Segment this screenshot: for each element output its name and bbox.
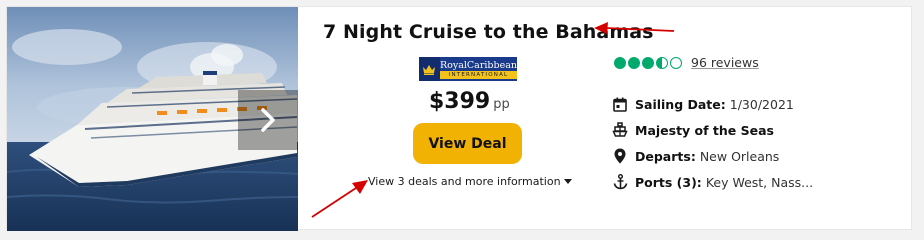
cruise-line-name: RoyalCaribbean <box>439 59 517 71</box>
sailing-date-row: Sailing Date: 1/30/2021 <box>611 91 813 117</box>
ship-name: Majesty of the Seas <box>635 122 774 138</box>
more-info-link[interactable]: View 3 deals and more information <box>368 175 572 188</box>
view-deal-button[interactable]: View Deal <box>413 123 522 164</box>
more-info-label: View 3 deals and more information <box>368 175 561 188</box>
price: $399 pp <box>429 89 510 114</box>
ship-photo[interactable] <box>7 7 298 231</box>
crown-anchor-icon <box>419 57 440 81</box>
cruise-line-logo: RoyalCaribbean INTERNATIONAL <box>419 57 517 81</box>
sailing-date-value: 1/30/2021 <box>729 96 794 112</box>
ports-value: Key West, Nass... <box>705 174 814 190</box>
ports-label: Ports (3): <box>635 174 702 190</box>
annotation-arrow-icon <box>594 22 675 34</box>
departs-row: Departs: New Orleans <box>611 143 813 169</box>
ship-icon <box>611 121 629 139</box>
ports-row: Ports (3): Key West, Nass... <box>611 169 813 195</box>
caret-down-icon <box>563 178 572 184</box>
sailing-date-label: Sailing Date: <box>635 96 726 112</box>
anchor-icon <box>611 173 629 191</box>
ship-row: Majesty of the Seas <box>611 117 813 143</box>
price-unit: pp <box>493 97 510 112</box>
departs-value: New Orleans <box>699 148 780 164</box>
rating-half-bubble-icon <box>656 56 668 69</box>
cruise-details: Sailing Date: 1/30/2021 Majesty of the S… <box>611 91 813 195</box>
departs-label: Departs: <box>635 148 696 164</box>
next-photo-button[interactable] <box>238 90 298 150</box>
map-pin-icon <box>611 147 629 165</box>
rating[interactable]: 96 reviews <box>614 55 759 70</box>
rating-bubble-icon <box>614 56 626 69</box>
rating-bubble-icon <box>642 56 654 69</box>
annotation-arrow-icon <box>311 180 368 218</box>
reviews-link[interactable]: 96 reviews <box>691 55 759 70</box>
cruise-listing-card[interactable]: 7 Night Cruise to the Bahamas RoyalCarib… <box>6 6 912 231</box>
calendar-icon <box>611 95 629 113</box>
price-amount: $399 <box>429 89 491 114</box>
rating-empty-bubble-icon <box>670 56 682 69</box>
chevron-right-icon <box>261 108 275 132</box>
cruise-line-subtitle: INTERNATIONAL <box>439 70 517 79</box>
rating-bubble-icon <box>628 56 640 69</box>
